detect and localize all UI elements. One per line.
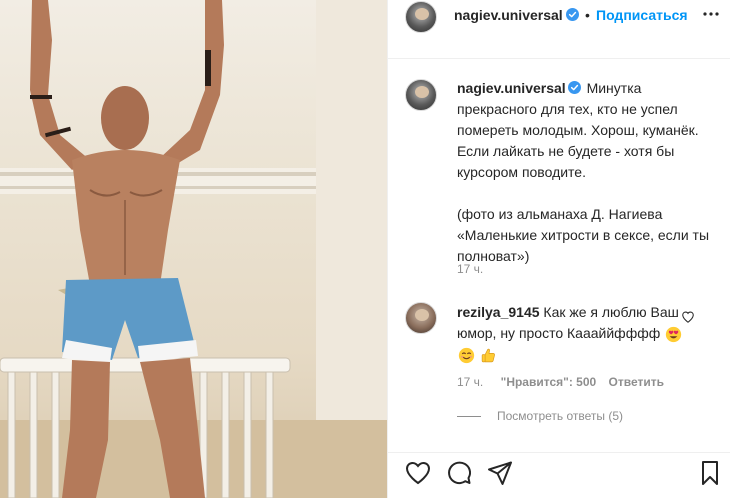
thumbs-up-emoji [481,348,495,363]
post-photo-illustration [0,0,387,498]
verified-badge-icon [567,81,581,94]
more-options-icon[interactable] [701,4,721,24]
post-actions-bar [388,459,730,498]
caption-timestamp[interactable]: 17 ч. [457,262,483,276]
separator-dot: • [585,7,590,23]
caption-text: nagiev.universal Минутка прекрасного для… [457,78,722,267]
post-header: nagiev.universal • Подписаться [388,0,730,34]
replies-line [457,416,481,418]
comment-icon[interactable] [445,459,473,487]
author-avatar[interactable] [405,1,437,33]
caption-author-avatar[interactable] [405,79,437,111]
post-photo[interactable] [0,0,387,498]
caption-note: (фото из альманаха Д. Нагиева «Маленькие… [457,206,710,264]
comment-item: rezilya_9145 Как же я люблю Ваш юмор, ну… [405,302,715,423]
comment-meta: 17 ч. "Нравится": 500 Ответить [457,375,664,389]
comment-like-count[interactable]: "Нравится": 500 [501,375,597,389]
post-details-panel: nagiev.universal • Подписаться nagiev.un… [388,0,730,498]
comment-text: rezilya_9145 Как же я люблю Ваш юмор, ну… [457,302,697,365]
actions-divider [388,452,730,453]
like-heart-icon[interactable] [404,459,432,487]
header-divider [388,58,730,59]
author-username[interactable]: nagiev.universal [454,7,563,23]
follow-button[interactable]: Подписаться [596,7,688,23]
commenter-username[interactable]: rezilya_9145 [457,304,540,320]
reply-button[interactable]: Ответить [609,375,664,389]
comment-timestamp[interactable]: 17 ч. [457,375,483,389]
view-replies-label: Посмотреть ответы (5) [497,409,624,423]
comment-like-heart-icon[interactable] [681,310,695,324]
heart-eyes-emoji [666,326,682,342]
verified-badge-icon [566,8,579,21]
caption-username[interactable]: nagiev.universal [457,80,566,96]
view-replies-button[interactable]: Посмотреть ответы (5) [457,409,623,423]
smiling-emoji [458,347,475,363]
save-bookmark-icon[interactable] [696,459,724,487]
commenter-avatar[interactable] [405,302,437,334]
share-icon[interactable] [486,459,514,487]
